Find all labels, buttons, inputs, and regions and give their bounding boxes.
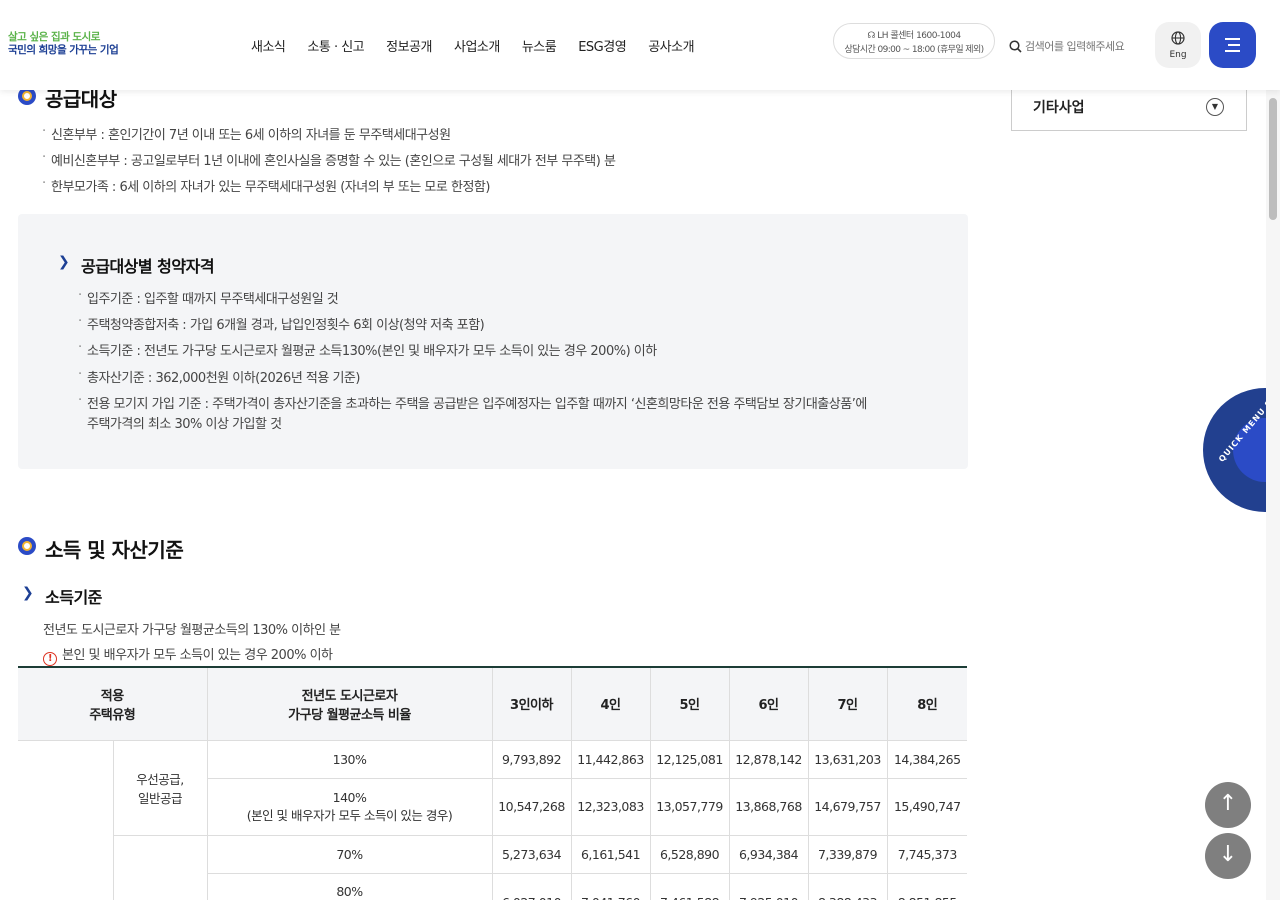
eligibility-item: 주택청약종합저축 : 가입 6개월 경과, 납입인정횟수 6회 이상(청약 저축…: [78, 314, 485, 333]
supply-item: 예비신혼부부 : 공고일로부터 1년 이내에 혼인사실을 증명할 수 있는 (혼…: [42, 150, 616, 169]
value-cell: 9,793,892: [491, 740, 571, 779]
hamburger-icon: [1225, 38, 1240, 52]
page-scrollbar[interactable]: [1266, 90, 1280, 900]
arrow-up-icon: ↑: [1218, 791, 1238, 816]
value-cell: 14,384,265: [886, 740, 967, 779]
call-center-info[interactable]: ☊ LH 콜센터 1600-1004 상담시간 09:00 ~ 18:00 (휴…: [833, 23, 995, 59]
income-warning-text: 본인 및 배우자가 모두 소득이 있는 경우 200% 이하: [62, 648, 333, 663]
eligibility-item: 입주기준 : 입주할 때까지 무주택세대구성원일 것: [78, 288, 339, 307]
value-cell: 7,041,760: [570, 873, 650, 900]
header-col: 7인: [807, 667, 887, 741]
income-warning: ! 본인 및 배우자가 모두 소득이 있는 경우 200% 이하: [43, 644, 333, 666]
header-col: 3인이하: [491, 667, 571, 741]
supply-item: 한부모가족 : 6세 이하의 자녀가 있는 무주택세대구성원 (자녀의 부 또는…: [42, 176, 490, 195]
value-cell: 7,461,588: [649, 873, 729, 900]
header-col: 6인: [728, 667, 808, 741]
logo-slogan-line2: 국민의 희망을 가꾸는 기업: [8, 44, 119, 56]
value-cell: 12,878,142: [728, 740, 808, 779]
value-cell: 15,490,747: [886, 778, 967, 836]
language-label: Eng: [1169, 50, 1187, 60]
table-row: 우선공급, 일반공급 130% 9,793,892 11,442,863 12,1…: [18, 740, 967, 900]
section-title-income: 소득 및 자산기준: [45, 538, 184, 562]
value-cell: 13,057,779: [649, 778, 729, 836]
eligibility-item-continued: 주택가격의 최소 30% 이상 가입할 것: [87, 417, 282, 432]
value-cell: 7,925,010: [728, 873, 808, 900]
header-col: 5인: [649, 667, 729, 741]
eligibility-title: 공급대상별 청약자격: [81, 257, 215, 276]
call-center-hours: 상담시간 09:00 ~ 18:00 (휴무일 제외): [844, 45, 984, 55]
page-content: 공급대상 신혼부부 : 혼인기간이 7년 이내 또는 6세 이하의 자녀를 둔 …: [0, 0, 1280, 900]
value-cell: 6,528,890: [649, 835, 729, 874]
value-cell: 6,161,541: [570, 835, 650, 874]
value-cell: 6,934,384: [728, 835, 808, 874]
header-col: 8인: [886, 667, 967, 741]
main-nav: 새소식 소통 · 신고 정보공개 사업소개 뉴스룸 ESG경영 공사소개: [240, 36, 705, 55]
search-icon[interactable]: [1009, 39, 1022, 53]
table-row: 70% 5,273,634 6,161,541 6,528,890 6,934,…: [18, 835, 967, 900]
logo-slogan-line1: 살고 싶은 집과 도시로: [8, 31, 100, 43]
category-select-label: 기타사업: [1033, 100, 1085, 116]
chevron-right-icon: ❯: [58, 254, 70, 270]
eligibility-item: 소득기준 : 전년도 가구당 도시근로자 월평균 소득130%(본인 및 배우자…: [78, 340, 657, 359]
ratio-cell: 140% (본인 및 배우자가 모두 소득이 있는 경우): [206, 778, 492, 836]
header-type: 적용 주택유형: [18, 667, 207, 741]
income-table: 적용 주택유형 전년도 도시근로자 가구당 월평균소득 비율 3인이하 4인 5인 …: [18, 666, 967, 900]
value-cell: 13,868,768: [728, 778, 808, 836]
value-cell: 14,679,757: [807, 778, 887, 836]
scrollbar-thumb[interactable]: [1269, 98, 1277, 220]
nav-item-newsroom[interactable]: 뉴스룸: [522, 36, 557, 55]
header-ratio: 전년도 도시근로자 가구당 월평균소득 비율: [206, 667, 492, 741]
table-header-row: 적용 주택유형 전년도 도시근로자 가구당 월평균소득 비율 3인이하 4인 5인 …: [18, 667, 967, 741]
chevron-right-icon: ❯: [22, 585, 34, 601]
group-label-cell: 우선공급, 일반공급: [112, 740, 207, 836]
ratio-cell: 80%: [206, 873, 492, 900]
language-button[interactable]: Eng: [1155, 22, 1201, 68]
site-logo[interactable]: 살고 싶은 집과 도시로 국민의 희망을 가꾸는 기업: [8, 31, 148, 57]
search-box: [1009, 38, 1144, 54]
nav-item-news[interactable]: 새소식: [251, 36, 286, 55]
nav-item-esg[interactable]: ESG경영: [578, 36, 626, 55]
chevron-down-icon[interactable]: ▼: [1206, 98, 1224, 116]
value-cell: 10,547,268: [491, 778, 571, 836]
value-cell: 7,745,373: [886, 835, 967, 874]
warning-icon: !: [43, 652, 57, 666]
arrow-down-icon: ↓: [1218, 842, 1238, 867]
nav-item-business[interactable]: 사업소개: [454, 36, 500, 55]
call-center-number: LH 콜센터 1600-1004: [877, 31, 961, 41]
search-input[interactable]: [1025, 39, 1143, 53]
income-desc: 전년도 도시근로자 가구당 월평균소득의 130% 이하인 분: [43, 623, 341, 638]
eligibility-item: 전용 모기지 가입 기준 : 주택가격이 총자산기준을 초과하는 주택을 공급받…: [78, 393, 867, 412]
section-bullet-icon: [18, 537, 36, 555]
nav-item-communication[interactable]: 소통 · 신고: [307, 36, 364, 55]
nav-item-about[interactable]: 공사소개: [648, 36, 694, 55]
nav-item-disclosure[interactable]: 정보공개: [386, 36, 432, 55]
globe-icon: [1171, 31, 1185, 45]
group-label-cell: [112, 835, 207, 900]
type-cell: [18, 740, 113, 900]
supply-item: 신혼부부 : 혼인기간이 7년 이내 또는 6세 이하의 자녀를 둔 무주택세대…: [42, 124, 451, 143]
scroll-up-button[interactable]: ↑: [1205, 782, 1251, 828]
income-subtitle: 소득기준: [45, 588, 102, 607]
value-cell: 8,388,433: [807, 873, 887, 900]
ratio-cell: 130%: [206, 740, 492, 779]
value-cell: 12,125,081: [649, 740, 729, 779]
scroll-down-button[interactable]: ↓: [1205, 833, 1251, 879]
ratio-cell: 70%: [206, 835, 492, 874]
eligibility-item: 총자산기준 : 362,000천원 이하(2026년 적용 기준): [78, 367, 360, 386]
value-cell: 12,323,083: [570, 778, 650, 836]
value-cell: 11,442,863: [570, 740, 650, 779]
value-cell: 5,273,634: [491, 835, 571, 874]
value-cell: 7,339,879: [807, 835, 887, 874]
value-cell: 13,631,203: [807, 740, 887, 779]
site-header: 살고 싶은 집과 도시로 국민의 희망을 가꾸는 기업 새소식 소통 · 신고 …: [0, 0, 1280, 90]
headset-icon: ☊: [867, 31, 875, 41]
header-col: 4인: [570, 667, 650, 741]
value-cell: 8,851,855: [886, 873, 967, 900]
value-cell: 6,027,010: [491, 873, 571, 900]
menu-button[interactable]: [1209, 22, 1256, 68]
